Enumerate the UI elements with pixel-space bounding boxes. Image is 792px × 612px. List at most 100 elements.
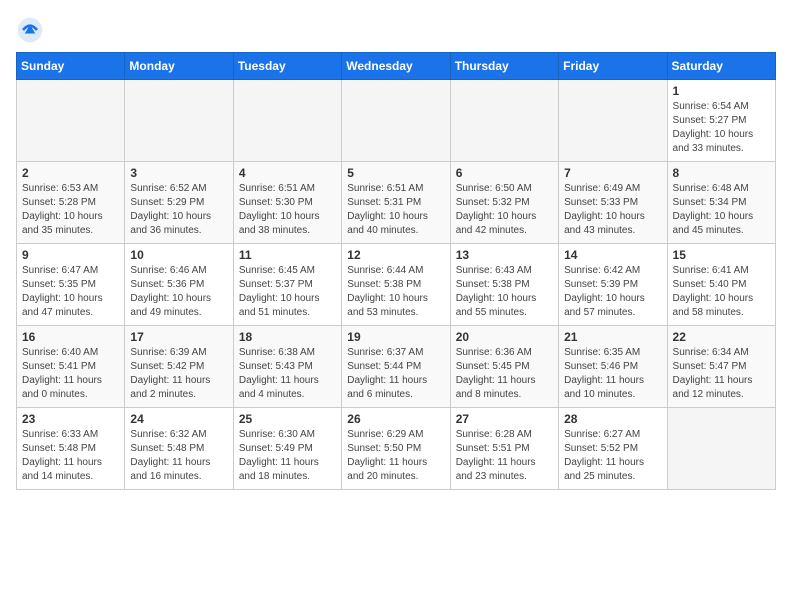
- calendar-day-header: Saturday: [667, 53, 775, 80]
- day-info: Sunrise: 6:38 AMSunset: 5:43 PMDaylight:…: [239, 346, 336, 402]
- calendar-cell: 17Sunrise: 6:39 AMSunset: 5:42 PMDayligh…: [125, 326, 233, 408]
- day-info: Sunrise: 6:51 AMSunset: 5:31 PMDaylight:…: [347, 182, 444, 238]
- day-info: Sunrise: 6:43 AMSunset: 5:38 PMDaylight:…: [456, 264, 553, 320]
- day-number: 14: [564, 248, 661, 262]
- logo: [16, 16, 48, 44]
- day-number: 20: [456, 330, 553, 344]
- day-number: 23: [22, 412, 119, 426]
- calendar-cell: 12 Sunrise: 6:44 AMSunset: 5:38 PMDayligh…: [342, 244, 450, 326]
- day-number: 9: [22, 248, 119, 262]
- day-number: 8: [673, 166, 770, 180]
- calendar-cell: 7 Sunrise: 6:49 AMSunset: 5:33 PMDaylight…: [559, 162, 667, 244]
- calendar-cell: 2 Sunrise: 6:53 AMSunset: 5:28 PMDaylight…: [17, 162, 125, 244]
- calendar-cell: 15Sunrise: 6:41 AMSunset: 5:40 PMDayligh…: [667, 244, 775, 326]
- calendar-cell: 13Sunrise: 6:43 AMSunset: 5:38 PMDayligh…: [450, 244, 558, 326]
- day-number: 7: [564, 166, 661, 180]
- day-info: Sunrise: 6:45 AMSunset: 5:37 PMDaylight:…: [239, 264, 336, 320]
- day-info: Sunrise: 6:44 AMSunset: 5:38 PMDaylight:…: [347, 264, 444, 320]
- day-info: Sunrise: 6:37 AMSunset: 5:44 PMDaylight:…: [347, 346, 444, 402]
- calendar-week-row: 16 Sunrise: 6:40 AMSunset: 5:41 PMDayligh…: [17, 326, 776, 408]
- calendar-week-row: 1 Sunrise: 6:54 AMSunset: 5:27 PMDaylight…: [17, 80, 776, 162]
- calendar-cell: 9 Sunrise: 6:47 AMSunset: 5:35 PMDaylight…: [17, 244, 125, 326]
- calendar-cell: 25 Sunrise: 6:30 AMSunset: 5:49 PMDayligh…: [233, 408, 341, 490]
- calendar-cell: 10 Sunrise: 6:46 AMSunset: 5:36 PMDayligh…: [125, 244, 233, 326]
- calendar-header-row: SundayMondayTuesdayWednesdayThursdayFrid…: [17, 53, 776, 80]
- day-info: Sunrise: 6:41 AMSunset: 5:40 PMDaylight:…: [673, 264, 770, 320]
- day-info: Sunrise: 6:53 AMSunset: 5:28 PMDaylight:…: [22, 182, 119, 238]
- calendar-cell: 21Sunrise: 6:35 AMSunset: 5:46 PMDayligh…: [559, 326, 667, 408]
- day-number: 18: [239, 330, 336, 344]
- calendar-week-row: 23 Sunrise: 6:33 AMSunset: 5:48 PMDayligh…: [17, 408, 776, 490]
- day-info: Sunrise: 6:47 AMSunset: 5:35 PMDaylight:…: [22, 264, 119, 320]
- day-info: Sunrise: 6:40 AMSunset: 5:41 PMDaylight:…: [22, 346, 119, 402]
- calendar-cell: 18 Sunrise: 6:38 AMSunset: 5:43 PMDayligh…: [233, 326, 341, 408]
- day-info: Sunrise: 6:30 AMSunset: 5:49 PMDaylight:…: [239, 428, 336, 484]
- day-info: Sunrise: 6:49 AMSunset: 5:33 PMDaylight:…: [564, 182, 661, 238]
- day-info: Sunrise: 6:50 AMSunset: 5:32 PMDaylight:…: [456, 182, 553, 238]
- day-number: 21: [564, 330, 661, 344]
- day-number: 22: [673, 330, 770, 344]
- calendar-cell: [233, 80, 341, 162]
- day-number: 24: [130, 412, 227, 426]
- calendar-cell: 28 Sunrise: 6:27 AMSunset: 5:52 PMDayligh…: [559, 408, 667, 490]
- day-info: Sunrise: 6:36 AMSunset: 5:45 PMDaylight:…: [456, 346, 553, 402]
- day-number: 12: [347, 248, 444, 262]
- day-info: Sunrise: 6:54 AMSunset: 5:27 PMDaylight:…: [673, 100, 770, 156]
- calendar-cell: 3 Sunrise: 6:52 AMSunset: 5:29 PMDaylight…: [125, 162, 233, 244]
- calendar-cell: [450, 80, 558, 162]
- day-number: 10: [130, 248, 227, 262]
- logo-icon: [16, 16, 44, 44]
- calendar-cell: 26 Sunrise: 6:29 AMSunset: 5:50 PMDayligh…: [342, 408, 450, 490]
- day-number: 27: [456, 412, 553, 426]
- day-number: 5: [347, 166, 444, 180]
- calendar-cell: 14 Sunrise: 6:42 AMSunset: 5:39 PMDayligh…: [559, 244, 667, 326]
- calendar-cell: 4 Sunrise: 6:51 AMSunset: 5:30 PMDaylight…: [233, 162, 341, 244]
- calendar-day-header: Friday: [559, 53, 667, 80]
- calendar-cell: [125, 80, 233, 162]
- calendar-cell: 22 Sunrise: 6:34 AMSunset: 5:47 PMDayligh…: [667, 326, 775, 408]
- calendar-cell: 24 Sunrise: 6:32 AMSunset: 5:48 PMDayligh…: [125, 408, 233, 490]
- day-number: 6: [456, 166, 553, 180]
- calendar-day-header: Monday: [125, 53, 233, 80]
- day-number: 11: [239, 248, 336, 262]
- day-number: 25: [239, 412, 336, 426]
- day-info: Sunrise: 6:27 AMSunset: 5:52 PMDaylight:…: [564, 428, 661, 484]
- day-number: 1: [673, 84, 770, 98]
- day-number: 3: [130, 166, 227, 180]
- calendar-cell: 11 Sunrise: 6:45 AMSunset: 5:37 PMDayligh…: [233, 244, 341, 326]
- day-info: Sunrise: 6:51 AMSunset: 5:30 PMDaylight:…: [239, 182, 336, 238]
- calendar-cell: [342, 80, 450, 162]
- day-info: Sunrise: 6:29 AMSunset: 5:50 PMDaylight:…: [347, 428, 444, 484]
- calendar-cell: 8 Sunrise: 6:48 AMSunset: 5:34 PMDaylight…: [667, 162, 775, 244]
- calendar-cell: [559, 80, 667, 162]
- day-info: Sunrise: 6:39 AMSunset: 5:42 PMDaylight:…: [130, 346, 227, 402]
- day-number: 16: [22, 330, 119, 344]
- calendar-cell: [17, 80, 125, 162]
- day-info: Sunrise: 6:33 AMSunset: 5:48 PMDaylight:…: [22, 428, 119, 484]
- day-info: Sunrise: 6:32 AMSunset: 5:48 PMDaylight:…: [130, 428, 227, 484]
- day-number: 28: [564, 412, 661, 426]
- day-info: Sunrise: 6:48 AMSunset: 5:34 PMDaylight:…: [673, 182, 770, 238]
- day-number: 2: [22, 166, 119, 180]
- calendar-cell: 1 Sunrise: 6:54 AMSunset: 5:27 PMDaylight…: [667, 80, 775, 162]
- day-info: Sunrise: 6:52 AMSunset: 5:29 PMDaylight:…: [130, 182, 227, 238]
- calendar-week-row: 9 Sunrise: 6:47 AMSunset: 5:35 PMDaylight…: [17, 244, 776, 326]
- calendar-cell: 6 Sunrise: 6:50 AMSunset: 5:32 PMDaylight…: [450, 162, 558, 244]
- calendar-day-header: Wednesday: [342, 53, 450, 80]
- calendar-cell: [667, 408, 775, 490]
- day-info: Sunrise: 6:34 AMSunset: 5:47 PMDaylight:…: [673, 346, 770, 402]
- calendar-cell: 27Sunrise: 6:28 AMSunset: 5:51 PMDayligh…: [450, 408, 558, 490]
- page-header: [16, 16, 776, 44]
- calendar-cell: 20 Sunrise: 6:36 AMSunset: 5:45 PMDayligh…: [450, 326, 558, 408]
- day-info: Sunrise: 6:46 AMSunset: 5:36 PMDaylight:…: [130, 264, 227, 320]
- day-number: 4: [239, 166, 336, 180]
- calendar-day-header: Thursday: [450, 53, 558, 80]
- calendar-day-header: Tuesday: [233, 53, 341, 80]
- calendar-cell: 5 Sunrise: 6:51 AMSunset: 5:31 PMDaylight…: [342, 162, 450, 244]
- day-number: 19: [347, 330, 444, 344]
- calendar-cell: 16 Sunrise: 6:40 AMSunset: 5:41 PMDayligh…: [17, 326, 125, 408]
- day-info: Sunrise: 6:42 AMSunset: 5:39 PMDaylight:…: [564, 264, 661, 320]
- day-number: 26: [347, 412, 444, 426]
- calendar-table: SundayMondayTuesdayWednesdayThursdayFrid…: [16, 52, 776, 490]
- calendar-day-header: Sunday: [17, 53, 125, 80]
